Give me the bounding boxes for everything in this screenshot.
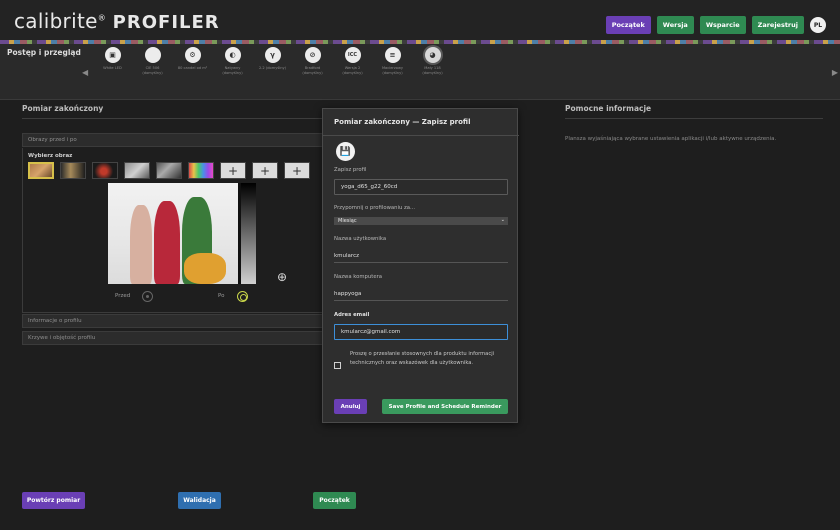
chevron-down-icon: ⌄ xyxy=(500,217,505,223)
start-bottom-button[interactable]: Początek xyxy=(313,492,356,509)
step-contrast[interactable]: ◐ Natywny (domyślny) xyxy=(216,47,249,76)
scroll-right-icon[interactable]: ▶ xyxy=(832,68,838,77)
reminder-select[interactable]: Miesiąc ⌄ xyxy=(334,217,508,225)
thumbnail-image[interactable] xyxy=(124,162,150,179)
username-label: Nazwa użytkownika xyxy=(334,236,387,242)
divider xyxy=(565,118,823,119)
step-luminance[interactable]: ⚙ 80 candel od m² xyxy=(176,47,209,76)
step-gamma[interactable]: γ 2.2 (domyślny) xyxy=(256,47,289,76)
zoom-in-icon[interactable]: ⊕ xyxy=(277,270,287,284)
computer-name-field[interactable]: happyoga xyxy=(334,289,508,301)
avatar[interactable]: PL xyxy=(810,17,826,33)
person-shape xyxy=(130,205,152,284)
person-shape xyxy=(154,201,180,284)
register-button[interactable]: Zarejestruj xyxy=(751,16,804,34)
palette-icon: ◕ xyxy=(424,47,441,63)
top-bar: calibrite® PROFILER Początek Wersja Wspa… xyxy=(0,0,840,40)
consent-text: Proszę o przesłanie stosownych dla produ… xyxy=(350,351,495,366)
grayscale-ramp xyxy=(238,183,256,284)
before-label: Przed xyxy=(115,293,131,299)
step-profile-type[interactable]: ≡ Macierzowy (domyślny) xyxy=(376,47,409,76)
divider xyxy=(323,135,519,136)
thumbnail-image[interactable] xyxy=(188,162,214,179)
accordion-before-after[interactable]: Obrazy przed i po xyxy=(22,133,330,147)
contrast-icon: ◐ xyxy=(224,47,241,63)
logo-main: calibrite xyxy=(14,9,98,33)
step-label: 80 candel od m² xyxy=(177,66,208,70)
support-button[interactable]: Wsparcie xyxy=(699,16,746,34)
step-label: 2.2 (domyślny) xyxy=(258,66,287,70)
list-icon: ≡ xyxy=(384,47,401,63)
computer-name-label: Nazwa komputera xyxy=(334,274,383,280)
username-field[interactable]: kmularcz xyxy=(334,251,508,263)
thumbnail-image[interactable] xyxy=(60,162,86,179)
email-label: Adres email xyxy=(334,312,370,318)
divider xyxy=(22,118,330,119)
fruit-shape xyxy=(184,253,226,284)
consent-checkbox[interactable] xyxy=(334,362,341,369)
start-button[interactable]: Początek xyxy=(605,16,651,34)
step-whitepoint[interactable]: ▣ White LED xyxy=(96,47,129,76)
settings-icon: ⚙ xyxy=(184,47,201,63)
step-adaptation[interactable]: ⊘ Bradford (domyślny) xyxy=(296,47,329,76)
step-label: White LED xyxy=(103,66,122,70)
after-label: Po xyxy=(218,293,225,299)
accordion-profile-info[interactable]: Informacje o profilu xyxy=(22,314,330,328)
step-label: Macierzowy (domyślny) xyxy=(381,66,404,75)
header-buttons: Początek Wersja Wsparcie Zarejestruj PL xyxy=(605,16,826,34)
profile-name-input[interactable]: yoga_d65_g22_60cd xyxy=(334,179,508,195)
monitor-icon: ▣ xyxy=(104,47,121,63)
validation-button[interactable]: Walidacja xyxy=(178,492,221,509)
accordion-curves[interactable]: Krzywe i objętość profilu xyxy=(22,331,330,345)
add-image-button[interactable]: + xyxy=(252,162,278,179)
select-image-label: Wybierz obraz xyxy=(28,153,73,159)
step-patch-set[interactable]: ◕ Mały 118 (domyślny) xyxy=(416,47,449,76)
email-field[interactable]: kmularcz@gmail.com xyxy=(334,324,508,340)
reminder-value: Miesiąc xyxy=(338,218,357,224)
add-image-button[interactable]: + xyxy=(220,162,246,179)
after-radio[interactable] xyxy=(237,291,248,302)
scroll-left-icon[interactable]: ◀ xyxy=(82,68,88,77)
version-button[interactable]: Wersja xyxy=(656,16,694,34)
icc-icon: ICC xyxy=(344,47,361,63)
help-text: Plansza wyjaśniająca wybrane ustawienia … xyxy=(565,136,777,142)
circle-icon xyxy=(144,47,161,63)
before-radio[interactable] xyxy=(142,291,153,302)
step-label: CIE 506 (domyślny) xyxy=(142,66,163,75)
gamma-icon: γ xyxy=(264,47,281,63)
add-image-button[interactable]: + xyxy=(284,162,310,179)
repeat-measurement-button[interactable]: Powtórz pomiar xyxy=(22,492,85,509)
image-thumbnails: + + + xyxy=(28,162,310,179)
help-title: Pomocne informacje xyxy=(565,104,652,113)
step-standard[interactable]: CIE 506 (domyślny) xyxy=(136,47,169,76)
save-profile-label: Zapisz profil xyxy=(334,167,367,173)
logo-profiler: PROFILER xyxy=(112,12,220,33)
step-icc-version[interactable]: ICC Wersja 2 (domyślny) xyxy=(336,47,369,76)
step-label: Wersja 2 (domyślny) xyxy=(342,66,363,75)
flare-off-icon: ⊘ xyxy=(304,47,321,63)
thumbnail-image[interactable] xyxy=(156,162,182,179)
logo-registered: ® xyxy=(97,13,106,23)
step-label: Natywny (domyślny) xyxy=(222,66,243,75)
save-profile-dialog: Pomiar zakończony — Zapisz profil 💾 Zapi… xyxy=(322,108,519,423)
app-logo: calibrite® PROFILER xyxy=(14,9,220,33)
thumbnail-image[interactable] xyxy=(28,162,54,179)
measurement-complete-title: Pomiar zakończony xyxy=(22,104,104,113)
progress-bar: Postęp i przegląd ◀ ▶ ▣ White LED CIE 50… xyxy=(0,44,840,100)
save-icon: 💾 xyxy=(336,142,355,161)
step-label: Mały 118 (domyślny) xyxy=(422,66,443,75)
step-label: Bradford (domyślny) xyxy=(302,66,323,75)
thumbnail-image[interactable] xyxy=(92,162,118,179)
preview-image xyxy=(108,183,241,284)
progress-steps: ▣ White LED CIE 506 (domyślny) ⚙ 80 cand… xyxy=(96,47,456,76)
progress-title: Postęp i przegląd xyxy=(7,48,81,57)
dialog-title: Pomiar zakończony — Zapisz profil xyxy=(334,118,471,126)
reminder-label: Przypomnij o profilowaniu za... xyxy=(334,205,416,211)
save-profile-button[interactable]: Save Profile and Schedule Reminder xyxy=(382,399,508,414)
cancel-button[interactable]: Anuluj xyxy=(334,399,367,414)
